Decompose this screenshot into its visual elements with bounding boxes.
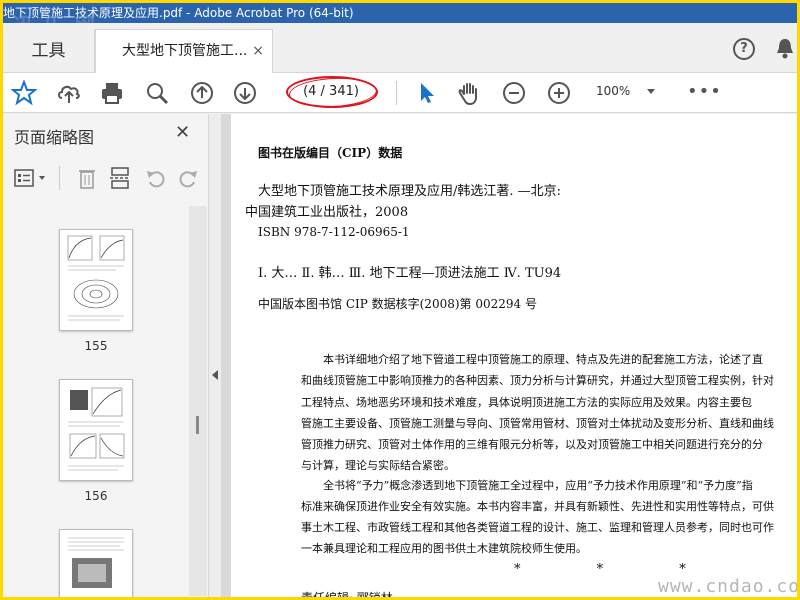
cip-line-publisher: 中国建筑工业出版社，2008 <box>245 205 409 220</box>
cip-line-isbn: ISBN 978-7-112-06965-1 <box>258 225 410 239</box>
responsible-editor: 责任编辑: 郦锁林 <box>301 589 393 597</box>
cip-line-title: 大型地下顶管施工技术原理及应用/韩选江著. —北京: <box>258 184 562 199</box>
paragraph-line: 全书将“予力”概念渗透到地下顶管施工全过程中，应用“予力技术作用原理”和“予力度… <box>323 479 753 492</box>
page-down-icon[interactable] <box>232 80 258 106</box>
page-thumbnail-155[interactable] <box>59 229 133 331</box>
scrollbar-thumb[interactable] <box>196 416 199 434</box>
rotate-left-icon[interactable] <box>145 167 167 189</box>
zoom-in-icon[interactable] <box>546 80 572 106</box>
paragraph-line: 管顶推力研究、顶管对土体作用的三维有限元分析等，以及对顶管施工中相关问题进行充分… <box>301 438 763 451</box>
panel-close-icon[interactable]: ✕ <box>175 122 190 143</box>
page-thumbnails-panel: 页面缩略图 ✕ 155 156 <box>3 114 209 597</box>
zoom-out-icon[interactable] <box>501 80 527 106</box>
thumbnail-graphic <box>68 387 125 471</box>
bell-icon[interactable] <box>775 37 795 59</box>
select-arrow-icon[interactable] <box>414 80 440 106</box>
thumbnail-label-155: 155 <box>84 339 108 353</box>
toolbar-divider <box>396 81 397 105</box>
title-bar: 地下顶管施工技术原理及应用.pdf - Adobe Acrobat Pro (6… <box>3 3 797 23</box>
acrobat-window: 地下顶管施工技术原理及应用.pdf - Adobe Acrobat Pro (6… <box>3 3 797 597</box>
chevron-down-icon[interactable] <box>647 89 655 94</box>
collapse-panel-icon[interactable] <box>212 370 218 380</box>
star-icon[interactable] <box>11 80 37 106</box>
paragraph-line: 一本兼具理论和工程应用的图书供土木建筑院校师生使用。 <box>301 542 587 555</box>
extract-pages-icon[interactable] <box>109 166 131 190</box>
page-thumbnail-157[interactable] <box>59 529 133 597</box>
help-icon[interactable]: ? <box>733 38 755 60</box>
paragraph-line: 与计算，理论与实际结合紧密。 <box>301 459 455 472</box>
panel-divider <box>59 166 60 190</box>
paragraph-line: 和曲线顶管施工中影响顶推力的各种因素、顶力分析与计算研究，并通过大型顶管工程实例… <box>301 374 774 387</box>
cloud-upload-icon[interactable] <box>56 80 82 106</box>
panel-scrollbar[interactable] <box>189 206 207 596</box>
panel-toolbar <box>3 160 209 196</box>
watermark-bottom-right: www.cndao.com <box>658 576 797 597</box>
tab-document[interactable]: 大型地下顶管施工... × <box>95 29 273 74</box>
document-viewport: 图书在版编目（CIP）数据 大型地下顶管施工技术原理及应用/韩选江著. —北京:… <box>221 114 797 597</box>
print-icon[interactable] <box>99 80 125 106</box>
panel-splitter[interactable] <box>209 114 221 597</box>
thumbnail-label-156: 156 <box>84 489 108 503</box>
tab-bar: 工具 大型地下顶管施工... × <box>3 23 797 74</box>
tab-close-icon[interactable]: × <box>252 30 264 73</box>
paragraph-line: 工程特点、场地恶劣环境和技术难度，具体说明顶进施工方法的实际应用及效果。内容主要… <box>301 396 752 409</box>
paragraph-line: 本书详细地介绍了地下管道工程中顶管施工的原理、特点及先进的配套施工方法，论述了直 <box>323 353 763 366</box>
tab-document-label: 大型地下顶管施工... <box>122 43 248 59</box>
paragraph-line: 管施工主要设备、顶管施工测量与导向、顶管常用管材、顶管对土体扰动及变形分析、直线… <box>301 417 774 430</box>
hand-icon[interactable] <box>456 80 482 106</box>
search-zoom-icon[interactable] <box>144 80 170 106</box>
rotate-right-icon[interactable] <box>177 167 199 189</box>
main-toolbar: (4 / 341) 100% ••• <box>3 73 797 113</box>
tab-tools[interactable]: 工具 <box>3 29 95 73</box>
thumbnail-graphic <box>67 235 125 321</box>
page-up-icon[interactable] <box>189 80 215 106</box>
section-separator: * * * <box>514 562 722 577</box>
page-thumbnail-156[interactable] <box>59 379 133 481</box>
pdf-page: 图书在版编目（CIP）数据 大型地下顶管施工技术原理及应用/韩选江著. —北京:… <box>231 114 797 597</box>
thumbnail-options-icon[interactable] <box>14 168 48 188</box>
more-tools-icon[interactable]: ••• <box>687 81 722 102</box>
paragraph-line: 标准来确保顶进作业安全有效实施。本书内容丰富，并具有新颖性、先进性和实用性等特点… <box>301 500 774 513</box>
cip-line-record: 中国版本图书馆 CIP 数据核字(2008)第 002294 号 <box>258 297 537 311</box>
panel-title: 页面缩略图 <box>14 128 95 147</box>
cip-heading: 图书在版编目（CIP）数据 <box>258 146 403 160</box>
zoom-select[interactable]: 100% <box>596 84 630 98</box>
trash-icon[interactable] <box>77 166 97 190</box>
paragraph-line: 事土木工程、市政管线工程和其他各类管道工程的设计、施工、监理和管理人员参考，同时… <box>301 521 774 534</box>
thumbnail-graphic <box>68 537 124 588</box>
cip-line-classification: Ⅰ. 大… Ⅱ. 韩… Ⅲ. 地下工程—顶进法施工 Ⅳ. TU94 <box>258 266 562 281</box>
